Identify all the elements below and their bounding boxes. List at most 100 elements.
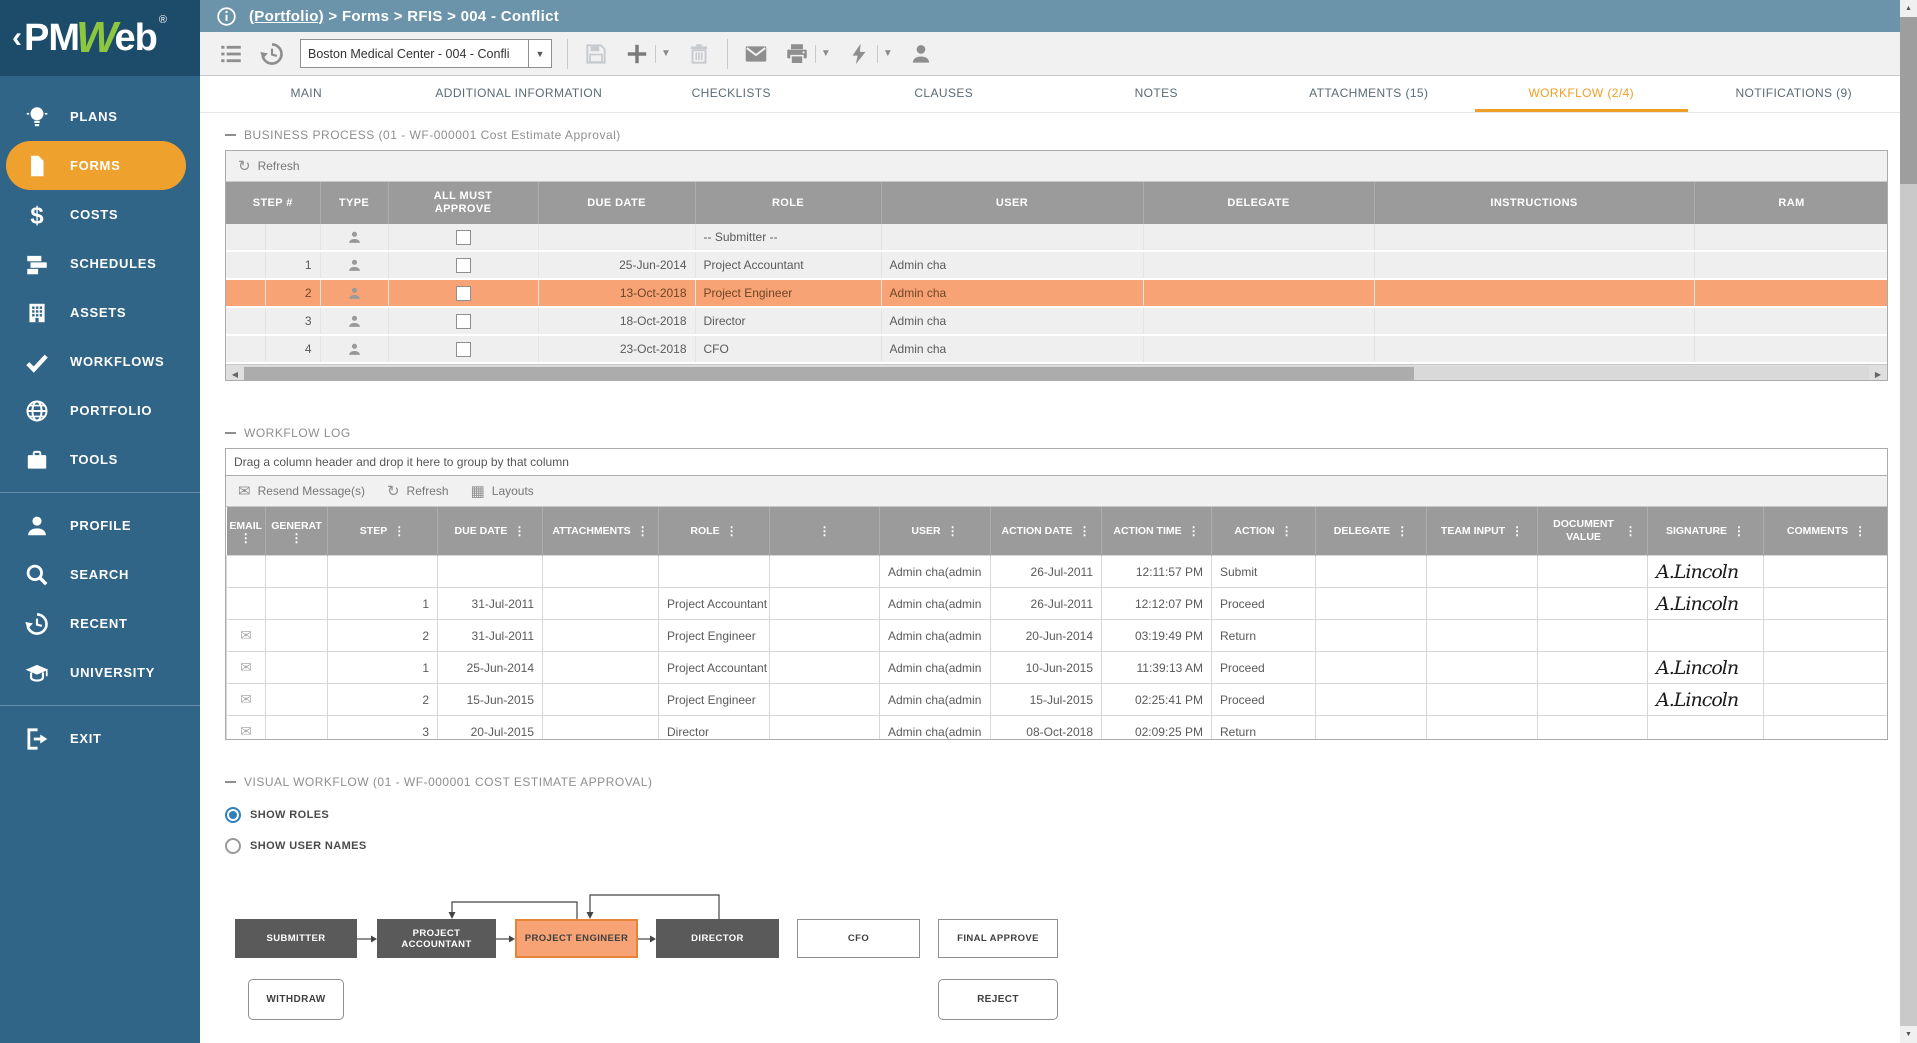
- column-menu-icon[interactable]: ⋮: [291, 533, 303, 543]
- vertical-scrollbar[interactable]: ▲ ▼: [1900, 0, 1917, 1043]
- column-header-ram[interactable]: RAM: [1694, 182, 1888, 224]
- column-menu-icon[interactable]: ⋮: [1396, 526, 1408, 536]
- column-header-step[interactable]: STEP⋮: [328, 507, 438, 556]
- tab-checklists[interactable]: CHECKLISTS: [625, 76, 838, 112]
- sidebar-item-costs[interactable]: $COSTS: [0, 190, 200, 239]
- sidebar-item-plans[interactable]: PLANS: [0, 92, 200, 141]
- tab-notifications-9[interactable]: NOTIFICATIONS (9): [1688, 76, 1901, 112]
- column-header-email[interactable]: EMAIL⋮: [227, 507, 266, 556]
- scrollbar-thumb[interactable]: [1900, 17, 1917, 184]
- column-menu-icon[interactable]: ⋮: [393, 526, 405, 536]
- column-header-step[interactable]: STEP #: [226, 182, 320, 224]
- column-header-instructions[interactable]: INSTRUCTIONS: [1374, 182, 1694, 224]
- scroll-left-icon[interactable]: ◀: [226, 370, 244, 379]
- add-menu-caret[interactable]: ▼: [655, 45, 671, 63]
- column-menu-icon[interactable]: ⋮: [819, 526, 831, 536]
- scroll-up-icon[interactable]: ▲: [1900, 0, 1917, 17]
- refresh-button[interactable]: ↻ Refresh: [238, 159, 300, 174]
- business-process-section-header[interactable]: BUSINESS PROCESS (01 - WF-000001 Cost Es…: [225, 128, 621, 142]
- column-header-generat[interactable]: GENERAT⋮: [266, 507, 328, 556]
- column-menu-icon[interactable]: ⋮: [1078, 526, 1090, 536]
- checkbox-unchecked[interactable]: [456, 342, 471, 357]
- column-header-delegate[interactable]: DELEGATE: [1143, 182, 1374, 224]
- breadcrumb-portfolio-link[interactable]: (Portfolio): [249, 8, 324, 25]
- refresh-button[interactable]: ↻ Refresh: [387, 484, 449, 499]
- column-header-type[interactable]: TYPE: [320, 182, 388, 224]
- scroll-down-icon[interactable]: ▼: [1900, 1026, 1917, 1043]
- tab-main[interactable]: MAIN: [200, 76, 413, 112]
- scrollbar-thumb[interactable]: [244, 367, 1414, 381]
- history-button[interactable]: [259, 41, 285, 67]
- checkbox-unchecked[interactable]: [456, 230, 471, 245]
- show-roles-radio[interactable]: SHOW ROLES: [225, 807, 329, 823]
- list-view-button[interactable]: [218, 41, 244, 67]
- column-header-user[interactable]: USER⋮: [880, 507, 991, 556]
- reject-button[interactable]: REJECT: [938, 979, 1058, 1020]
- scroll-right-icon[interactable]: ▶: [1869, 370, 1887, 379]
- column-menu-icon[interactable]: ⋮: [947, 526, 959, 536]
- sidebar-item-workflows[interactable]: WORKFLOWS: [0, 337, 200, 386]
- column-header-all-must-approve[interactable]: ALL MUST APPROVE: [388, 182, 538, 224]
- column-header-due-date[interactable]: DUE DATE⋮: [438, 507, 543, 556]
- column-menu-icon[interactable]: ⋮: [1188, 526, 1200, 536]
- column-header-signature[interactable]: SIGNATURE⋮: [1648, 507, 1764, 556]
- group-by-drop-zone[interactable]: Drag a column header and drop it here to…: [226, 449, 1887, 476]
- checkbox-unchecked[interactable]: [456, 258, 471, 273]
- layouts-button[interactable]: ▦ Layouts: [471, 484, 534, 499]
- sidebar-item-forms[interactable]: FORMS: [6, 141, 186, 190]
- record-select[interactable]: Boston Medical Center - 004 - Confli ▼: [300, 39, 552, 68]
- sidebar-item-tools[interactable]: TOOLS: [0, 435, 200, 484]
- pmweb-logo[interactable]: ‹PMWeb®: [0, 0, 200, 76]
- user-button[interactable]: [908, 41, 934, 67]
- radio-unselected-icon[interactable]: [225, 838, 241, 854]
- workflow-log-section-header[interactable]: WORKFLOW LOG: [225, 426, 351, 440]
- tab-additional-information[interactable]: ADDITIONAL INFORMATION: [413, 76, 626, 112]
- column-header-due-date[interactable]: DUE DATE: [538, 182, 695, 224]
- collapse-icon[interactable]: [225, 134, 236, 136]
- tab-clauses[interactable]: CLAUSES: [838, 76, 1051, 112]
- column-menu-icon[interactable]: ⋮: [1854, 526, 1866, 536]
- column-menu-icon[interactable]: ⋮: [1281, 526, 1293, 536]
- column-header-action-time[interactable]: ACTION TIME⋮: [1102, 507, 1212, 556]
- column-menu-icon[interactable]: ⋮: [726, 526, 738, 536]
- show-user-names-radio[interactable]: SHOW USER NAMES: [225, 838, 367, 854]
- column-header-delegate[interactable]: DELEGATE⋮: [1316, 507, 1427, 556]
- column-header-document-value[interactable]: DOCUMENT VALUE⋮: [1538, 507, 1648, 556]
- column-menu-icon[interactable]: ⋮: [513, 526, 525, 536]
- info-icon[interactable]: [216, 6, 237, 27]
- column-header-user[interactable]: USER: [881, 182, 1143, 224]
- column-header-attachments[interactable]: ATTACHMENTS⋮: [543, 507, 659, 556]
- column-header-role[interactable]: ROLE: [695, 182, 881, 224]
- tab-workflow-2-4[interactable]: WORKFLOW (2/4): [1475, 76, 1688, 112]
- collapse-icon[interactable]: [225, 432, 236, 434]
- column-header-role[interactable]: ROLE⋮: [659, 507, 770, 556]
- sidebar-item-portfolio[interactable]: PORTFOLIO: [0, 386, 200, 435]
- column-menu-icon[interactable]: ⋮: [240, 533, 252, 543]
- sidebar-item-recent[interactable]: RECENT: [0, 599, 200, 648]
- visual-workflow-section-header[interactable]: VISUAL WORKFLOW (01 - WF-000001 COST EST…: [225, 775, 652, 789]
- resend-messages-button[interactable]: ✉ Resend Message(s): [238, 484, 365, 499]
- column-header-blank[interactable]: ⋮: [770, 507, 880, 556]
- collapse-icon[interactable]: [225, 781, 236, 783]
- column-header-comments[interactable]: COMMENTS⋮: [1764, 507, 1889, 556]
- column-menu-icon[interactable]: ⋮: [637, 526, 649, 536]
- sidebar-item-assets[interactable]: ASSETS: [0, 288, 200, 337]
- sidebar-item-exit[interactable]: EXIT: [0, 714, 200, 763]
- radio-selected-icon[interactable]: [225, 807, 241, 823]
- email-button[interactable]: [743, 41, 769, 67]
- withdraw-button[interactable]: WITHDRAW: [248, 979, 344, 1020]
- add-button[interactable]: ▼: [624, 41, 671, 67]
- workflow-actions-button[interactable]: ▼: [846, 41, 893, 67]
- sidebar-item-university[interactable]: UNIVERSITY: [0, 648, 200, 697]
- print-button[interactable]: ▼: [784, 41, 831, 67]
- column-menu-icon[interactable]: ⋮: [1733, 526, 1745, 536]
- tab-notes[interactable]: NOTES: [1050, 76, 1263, 112]
- checkbox-unchecked[interactable]: [456, 286, 471, 301]
- scrollbar-track[interactable]: [244, 366, 1869, 381]
- workflow-actions-caret[interactable]: ▼: [877, 45, 893, 63]
- column-menu-icon[interactable]: ⋮: [1625, 526, 1637, 536]
- column-menu-icon[interactable]: ⋮: [1511, 526, 1523, 536]
- column-header-action[interactable]: ACTION⋮: [1212, 507, 1316, 556]
- checkbox-unchecked[interactable]: [456, 314, 471, 329]
- column-header-team-input[interactable]: TEAM INPUT⋮: [1427, 507, 1538, 556]
